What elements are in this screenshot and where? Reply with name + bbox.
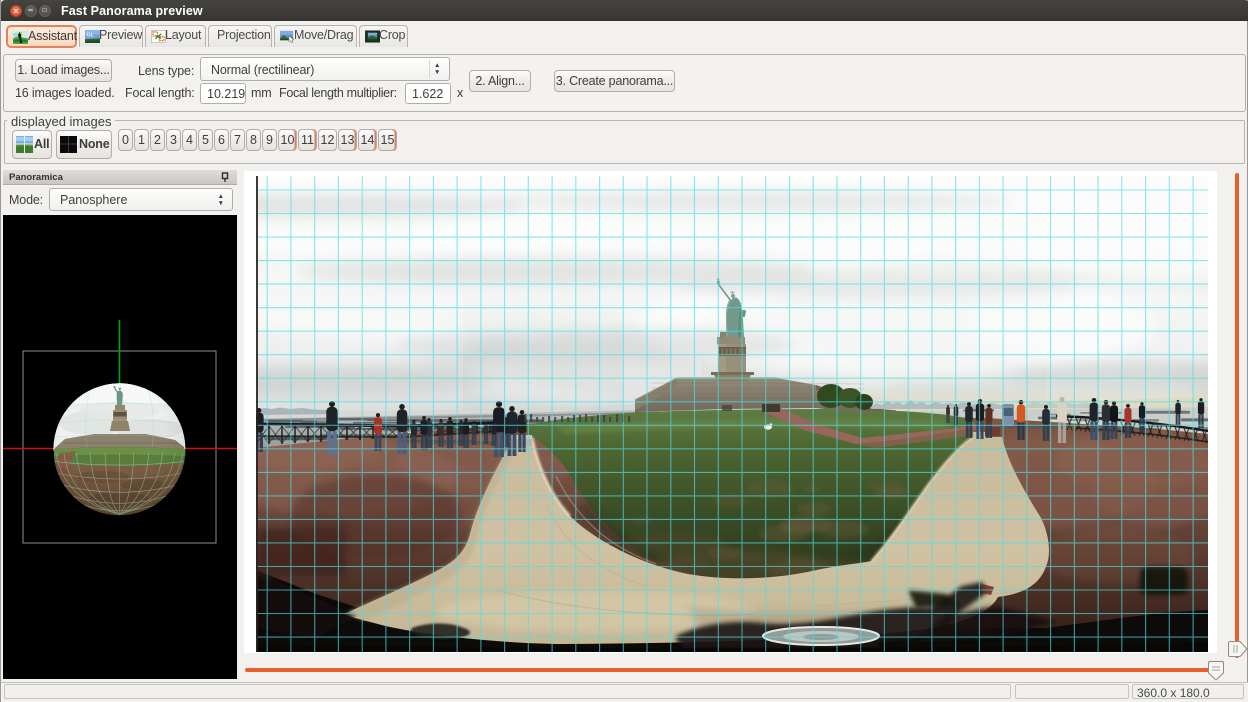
- svg-text:GL: GL: [86, 33, 94, 39]
